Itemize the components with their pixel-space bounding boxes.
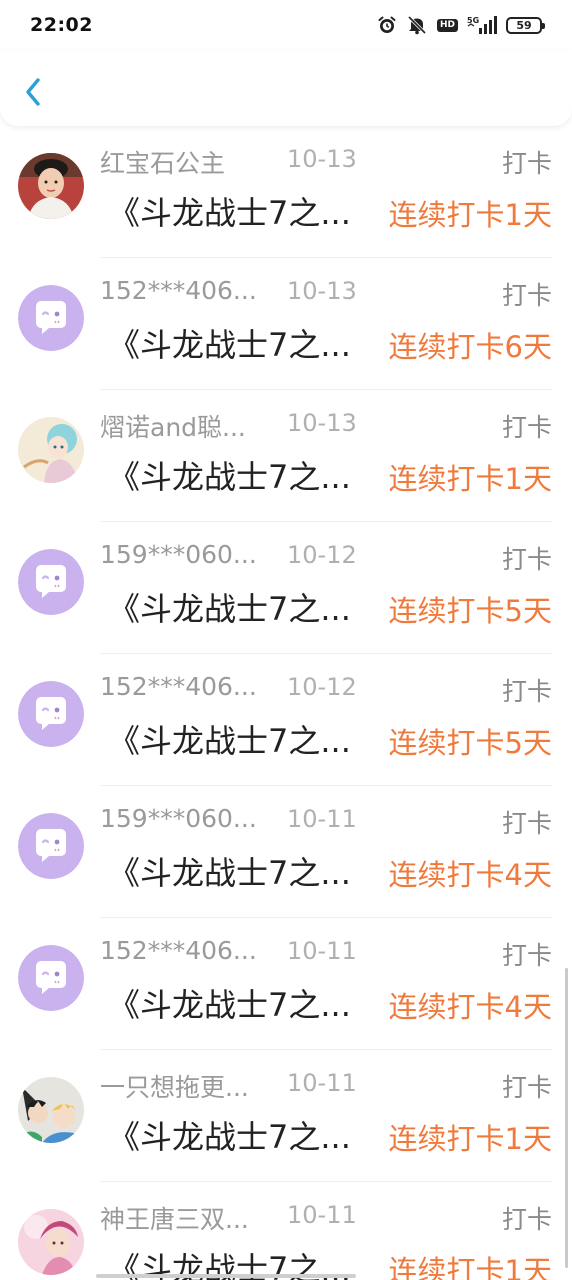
- status-icons: HD 5G 59: [377, 15, 545, 35]
- user-name: 152***406...: [100, 672, 257, 701]
- status-time: 22:02: [30, 14, 93, 36]
- item-type-label: 打卡: [501, 677, 552, 706]
- avatar[interactable]: [18, 549, 84, 615]
- user-name: 159***060...: [100, 540, 257, 569]
- streak-badge: 连续打卡1天: [388, 462, 552, 496]
- avatar[interactable]: [18, 681, 84, 747]
- post-date: 10-11: [287, 1069, 357, 1097]
- scrollbar[interactable]: [565, 968, 568, 1268]
- chevron-left-icon: [26, 78, 40, 106]
- chat-bubble-icon: [18, 681, 84, 747]
- item-type-label: 打卡: [501, 545, 552, 574]
- avatar[interactable]: [18, 417, 84, 483]
- post-date: 10-11: [287, 1201, 357, 1229]
- streak-badge: 连续打卡1天: [388, 198, 552, 232]
- list-item[interactable]: 159***060... 10-11 打卡 《斗龙战士7之... 连续打卡4天: [0, 786, 572, 918]
- status-bar: 22:02 HD 5G 59: [0, 0, 572, 50]
- anime-avatar-icon: [18, 1077, 84, 1143]
- user-name: 熠诺and聪...: [100, 413, 246, 442]
- list-item[interactable]: 152***406... 10-12 打卡 《斗龙战士7之... 连续打卡5天: [0, 654, 572, 786]
- user-name: 159***060...: [100, 804, 257, 833]
- screen: 22:02 HD 5G 59 红宝石公主 10-13 打卡 《斗龙战士7之...…: [0, 0, 572, 1280]
- post-date: 10-13: [287, 409, 357, 437]
- list-item[interactable]: 一只想拖更... 10-11 打卡 《斗龙战士7之... 连续打卡1天: [0, 1050, 572, 1182]
- user-name: 一只想拖更...: [100, 1073, 249, 1102]
- svg-text:5G: 5G: [467, 16, 479, 25]
- streak-badge: 连续打卡4天: [388, 858, 552, 892]
- streak-badge: 连续打卡6天: [388, 330, 552, 364]
- item-type-label: 打卡: [501, 281, 552, 310]
- chat-bubble-icon: [18, 813, 84, 879]
- post-date: 10-13: [287, 145, 357, 173]
- mute-icon: [406, 15, 428, 35]
- book-title: 《斗龙战士7之...: [108, 326, 351, 364]
- post-date: 10-12: [287, 541, 357, 569]
- item-type-label: 打卡: [501, 809, 552, 838]
- book-title: 《斗龙战士7之...: [108, 986, 351, 1024]
- item-type-label: 打卡: [501, 941, 552, 970]
- book-title: 《斗龙战士7之...: [108, 1118, 351, 1156]
- avatar[interactable]: [18, 153, 84, 219]
- streak-badge: 连续打卡4天: [388, 990, 552, 1024]
- book-title: 《斗龙战士7之...: [108, 590, 351, 628]
- post-date: 10-13: [287, 277, 357, 305]
- signal-icon: 5G: [467, 15, 497, 35]
- list-item[interactable]: 神王唐三双... 10-11 打卡 《斗龙战士7之... 连续打卡1天: [0, 1182, 572, 1280]
- header-bar: [0, 50, 572, 126]
- list-item[interactable]: 159***060... 10-12 打卡 《斗龙战士7之... 连续打卡5天: [0, 522, 572, 654]
- avatar[interactable]: [18, 285, 84, 351]
- list-item[interactable]: 熠诺and聪... 10-13 打卡 《斗龙战士7之... 连续打卡1天: [0, 390, 572, 522]
- user-name: 152***406...: [100, 936, 257, 965]
- anime-avatar-icon: [18, 417, 84, 483]
- book-title: 《斗龙战士7之...: [108, 722, 351, 760]
- back-button[interactable]: [16, 72, 50, 112]
- anime-avatar-icon: [18, 1209, 84, 1275]
- streak-badge: 连续打卡5天: [388, 594, 552, 628]
- user-name: 152***406...: [100, 276, 257, 305]
- streak-badge: 连续打卡5天: [388, 726, 552, 760]
- home-indicator[interactable]: [96, 1274, 356, 1278]
- user-name: 神王唐三双...: [100, 1205, 249, 1234]
- chat-bubble-icon: [18, 945, 84, 1011]
- item-type-label: 打卡: [501, 413, 552, 442]
- book-title: 《斗龙战士7之...: [108, 194, 351, 232]
- streak-badge: 连续打卡1天: [388, 1254, 552, 1280]
- chat-bubble-icon: [18, 285, 84, 351]
- checkin-list: 红宝石公主 10-13 打卡 《斗龙战士7之... 连续打卡1天 152***4…: [0, 126, 572, 1280]
- post-date: 10-11: [287, 805, 357, 833]
- alarm-icon: [377, 15, 397, 35]
- battery-icon: 59: [506, 16, 545, 34]
- book-title: 《斗龙战士7之...: [108, 854, 351, 892]
- list-item[interactable]: 152***406... 10-13 打卡 《斗龙战士7之... 连续打卡6天: [0, 258, 572, 390]
- user-name: 红宝石公主: [100, 149, 226, 178]
- streak-badge: 连续打卡1天: [388, 1122, 552, 1156]
- post-date: 10-11: [287, 937, 357, 965]
- avatar[interactable]: [18, 813, 84, 879]
- list-item[interactable]: 红宝石公主 10-13 打卡 《斗龙战士7之... 连续打卡1天: [0, 126, 572, 258]
- post-date: 10-12: [287, 673, 357, 701]
- item-type-label: 打卡: [501, 149, 552, 178]
- item-type-label: 打卡: [501, 1073, 552, 1102]
- user-photo-icon: [18, 153, 84, 219]
- avatar[interactable]: [18, 1077, 84, 1143]
- avatar[interactable]: [18, 945, 84, 1011]
- item-type-label: 打卡: [501, 1205, 552, 1234]
- list-item[interactable]: 152***406... 10-11 打卡 《斗龙战士7之... 连续打卡4天: [0, 918, 572, 1050]
- hd-icon: HD: [436, 18, 458, 32]
- avatar[interactable]: [18, 1209, 84, 1275]
- chat-bubble-icon: [18, 549, 84, 615]
- book-title: 《斗龙战士7之...: [108, 458, 351, 496]
